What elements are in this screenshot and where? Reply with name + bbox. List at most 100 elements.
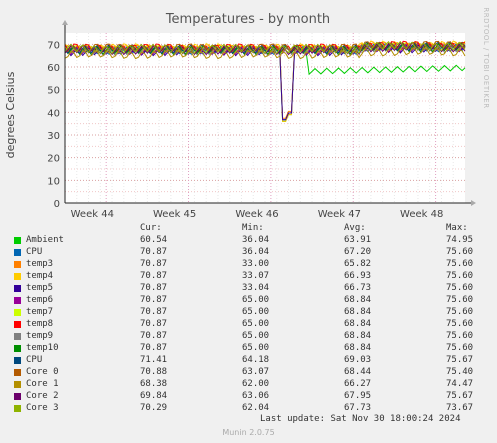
legend-max-value: 75.67 bbox=[446, 355, 474, 365]
legend-min-value: 64.18 bbox=[242, 355, 270, 365]
legend-series-name: temp4 bbox=[26, 271, 54, 281]
y-tick-label: 10 bbox=[47, 176, 60, 187]
legend-cur-value: 70.29 bbox=[140, 403, 168, 413]
legend-swatch bbox=[14, 249, 21, 256]
x-axis-arrow bbox=[471, 200, 476, 206]
header-max: Max: bbox=[446, 223, 468, 233]
legend-row: Core 1 68.38 62.00 66.27 74.47 bbox=[12, 378, 492, 390]
y-tick-label: 20 bbox=[47, 154, 60, 165]
legend-row: Ambient 60.54 36.04 63.91 74.95 bbox=[12, 234, 492, 246]
legend-avg-value: 66.27 bbox=[344, 379, 372, 389]
legend-swatch bbox=[14, 309, 21, 316]
legend-swatch bbox=[14, 345, 21, 352]
legend-swatch bbox=[14, 405, 21, 412]
header-min: Min: bbox=[242, 223, 264, 233]
legend-max-value: 75.60 bbox=[446, 259, 474, 269]
legend-avg-value: 66.73 bbox=[344, 283, 372, 293]
legend-avg-value: 67.73 bbox=[344, 403, 372, 413]
x-tick-label: Week 48 bbox=[400, 209, 443, 220]
legend-min-value: 33.07 bbox=[242, 271, 270, 281]
legend-avg-value: 66.93 bbox=[344, 271, 372, 281]
legend-min-value: 62.00 bbox=[242, 379, 270, 389]
legend-row: temp5 70.87 33.04 66.73 75.60 bbox=[12, 282, 492, 294]
legend-cur-value: 70.87 bbox=[140, 259, 168, 269]
legend-swatch bbox=[14, 297, 21, 304]
legend-series-name: temp9 bbox=[26, 331, 54, 341]
x-tick-label: Week 45 bbox=[153, 209, 196, 220]
legend-cur-value: 69.84 bbox=[140, 391, 168, 401]
x-tick-label: Week 46 bbox=[235, 209, 278, 220]
legend-swatch bbox=[14, 393, 21, 400]
legend-swatch bbox=[14, 285, 21, 292]
legend: Cur: Min: Avg: Max: Ambient 60.54 36.04 63.… bbox=[12, 222, 492, 414]
legend-row: Core 2 69.84 63.06 67.95 75.67 bbox=[12, 390, 492, 402]
legend-min-value: 65.00 bbox=[242, 319, 270, 329]
legend-row: Core 0 70.88 63.07 68.44 75.40 bbox=[12, 366, 492, 378]
y-tick-label: 50 bbox=[47, 86, 60, 97]
legend-max-value: 75.60 bbox=[446, 247, 474, 257]
legend-min-value: 63.06 bbox=[242, 391, 270, 401]
legend-min-value: 33.04 bbox=[242, 283, 270, 293]
y-tick-label: 30 bbox=[47, 131, 60, 142]
legend-header-row: Cur: Min: Avg: Max: bbox=[12, 222, 492, 234]
legend-min-value: 33.00 bbox=[242, 259, 270, 269]
munin-version: Munin 2.0.75 bbox=[222, 428, 275, 437]
legend-max-value: 74.47 bbox=[446, 379, 474, 389]
y-tick-label: 0 bbox=[54, 199, 60, 210]
legend-swatch bbox=[14, 261, 21, 268]
legend-avg-value: 68.44 bbox=[344, 367, 372, 377]
legend-min-value: 62.04 bbox=[242, 403, 270, 413]
legend-avg-value: 68.84 bbox=[344, 295, 372, 305]
legend-avg-value: 68.84 bbox=[344, 343, 372, 353]
y-axis-arrow bbox=[62, 20, 68, 25]
legend-max-value: 74.95 bbox=[446, 235, 474, 245]
header-cur: Cur: bbox=[140, 223, 162, 233]
rrdtool-credit: RRDTOOL / TOBI OETIKER bbox=[482, 7, 490, 108]
legend-min-value: 63.07 bbox=[242, 367, 270, 377]
legend-series-name: temp8 bbox=[26, 319, 54, 329]
y-tick-label: 70 bbox=[47, 40, 60, 51]
legend-cur-value: 70.88 bbox=[140, 367, 168, 377]
legend-avg-value: 68.84 bbox=[344, 319, 372, 329]
legend-row: Core 3 70.29 62.04 67.73 73.67 bbox=[12, 402, 492, 414]
x-tick-label: Week 44 bbox=[71, 209, 114, 220]
legend-row: temp10 70.87 65.00 68.84 75.60 bbox=[12, 342, 492, 354]
legend-cur-value: 68.38 bbox=[140, 379, 168, 389]
legend-avg-value: 67.20 bbox=[344, 247, 372, 257]
legend-avg-value: 67.95 bbox=[344, 391, 372, 401]
legend-max-value: 75.60 bbox=[446, 295, 474, 305]
legend-max-value: 75.40 bbox=[446, 367, 474, 377]
legend-cur-value: 70.87 bbox=[140, 343, 168, 353]
legend-series-name: temp6 bbox=[26, 295, 54, 305]
legend-cur-value: 60.54 bbox=[140, 235, 168, 245]
legend-max-value: 75.60 bbox=[446, 283, 474, 293]
legend-swatch bbox=[14, 369, 21, 376]
legend-series-name: temp7 bbox=[26, 307, 54, 317]
legend-row: CPU 71.41 64.18 69.03 75.67 bbox=[12, 354, 492, 366]
legend-avg-value: 69.03 bbox=[344, 355, 372, 365]
legend-cur-value: 70.87 bbox=[140, 295, 168, 305]
legend-avg-value: 65.82 bbox=[344, 259, 372, 269]
legend-cur-value: 70.87 bbox=[140, 247, 168, 257]
legend-swatch bbox=[14, 321, 21, 328]
legend-avg-value: 68.84 bbox=[344, 331, 372, 341]
legend-cur-value: 71.41 bbox=[140, 355, 168, 365]
legend-max-value: 75.60 bbox=[446, 271, 474, 281]
legend-swatch bbox=[14, 333, 21, 340]
legend-series-name: Ambient bbox=[26, 235, 64, 245]
legend-min-value: 65.00 bbox=[242, 331, 270, 341]
legend-row: CPU 70.87 36.04 67.20 75.60 bbox=[12, 246, 492, 258]
legend-max-value: 73.67 bbox=[446, 403, 474, 413]
legend-series-name: Core 2 bbox=[26, 391, 59, 401]
legend-cur-value: 70.87 bbox=[140, 307, 168, 317]
legend-row: temp6 70.87 65.00 68.84 75.60 bbox=[12, 294, 492, 306]
y-tick-label: 40 bbox=[47, 108, 60, 119]
y-tick-label: 60 bbox=[47, 63, 60, 74]
x-tick-label: Week 47 bbox=[318, 209, 361, 220]
legend-series-name: temp3 bbox=[26, 259, 54, 269]
legend-cur-value: 70.87 bbox=[140, 271, 168, 281]
legend-min-value: 65.00 bbox=[242, 307, 270, 317]
legend-max-value: 75.60 bbox=[446, 343, 474, 353]
legend-swatch bbox=[14, 357, 21, 364]
legend-avg-value: 68.84 bbox=[344, 307, 372, 317]
